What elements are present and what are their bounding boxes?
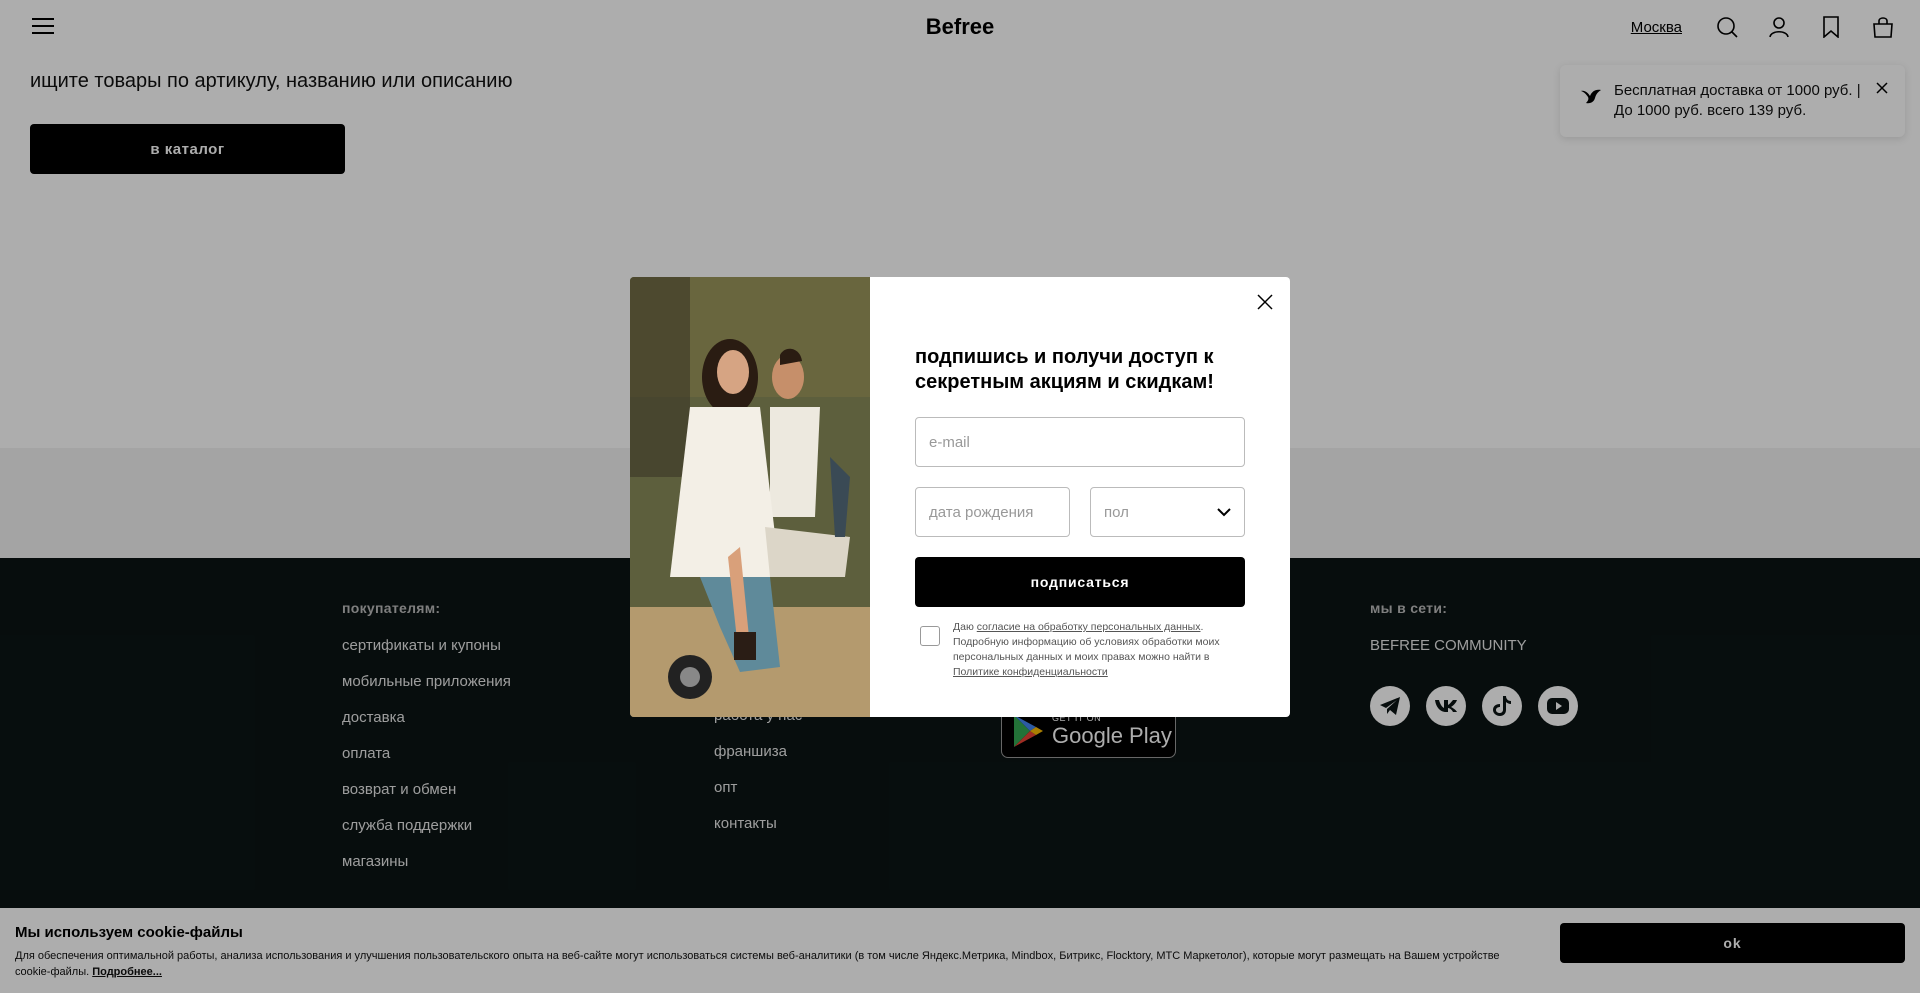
privacy-policy-link[interactable]: Политике конфиденциальности bbox=[953, 666, 1108, 678]
chevron-down-icon bbox=[1217, 508, 1231, 517]
consent-link[interactable]: согласие на обработку персональных данны… bbox=[977, 621, 1201, 633]
subscribe-modal: подпишись и получи доступ к секретным ак… bbox=[630, 277, 1290, 717]
consent-checkbox[interactable] bbox=[920, 626, 940, 646]
scooter-couple-image bbox=[630, 277, 870, 717]
email-field[interactable] bbox=[915, 417, 1245, 467]
promo-photo bbox=[630, 277, 870, 717]
birthdate-field[interactable] bbox=[915, 487, 1070, 537]
close-icon[interactable] bbox=[1256, 293, 1274, 311]
sex-select-value: пол bbox=[1104, 503, 1129, 521]
consent-prefix: Даю bbox=[953, 621, 977, 633]
modal-title: подпишись и получи доступ к секретным ак… bbox=[915, 346, 1214, 393]
sex-select[interactable]: пол bbox=[1090, 487, 1245, 537]
consent-text: Даю согласие на обработку персональных д… bbox=[953, 620, 1243, 680]
subscribe-button[interactable]: подписаться bbox=[915, 557, 1245, 607]
